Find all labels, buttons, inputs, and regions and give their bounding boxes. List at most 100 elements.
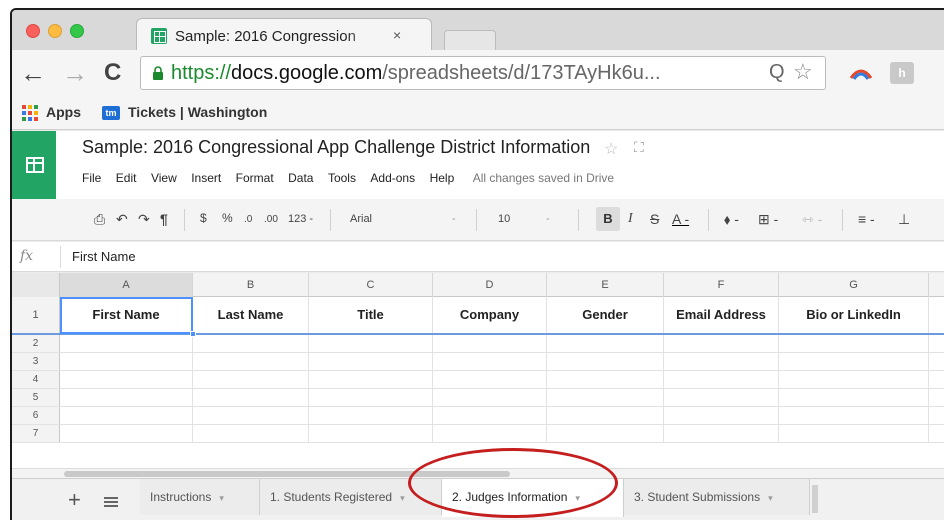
star-document-icon[interactable]: ☆ <box>604 139 618 159</box>
cell[interactable] <box>779 407 929 424</box>
cell[interactable] <box>664 389 779 406</box>
reload-icon[interactable]: C <box>104 59 121 87</box>
cell[interactable] <box>193 425 309 442</box>
cell[interactable] <box>309 371 433 388</box>
select-all-corner[interactable] <box>12 273 60 297</box>
menu-format[interactable]: Format <box>236 171 274 185</box>
cell-f1[interactable]: Email Address <box>664 297 779 333</box>
cell[interactable] <box>309 407 433 424</box>
cell[interactable] <box>193 353 309 370</box>
column-header-e[interactable]: E <box>547 273 664 297</box>
forward-arrow-icon[interactable]: → <box>62 58 88 89</box>
horizontal-align-button[interactable]: ≡ - <box>858 211 875 227</box>
cell[interactable] <box>664 335 779 352</box>
menu-file[interactable]: File <box>82 171 101 185</box>
cell[interactable] <box>547 353 664 370</box>
cell[interactable] <box>193 389 309 406</box>
horizontal-scrollbar[interactable] <box>12 468 944 478</box>
borders-button[interactable]: ⊞ - <box>758 211 778 228</box>
undo-icon[interactable]: ↶ <box>116 211 128 228</box>
decrease-decimal-button[interactable]: .0 <box>244 214 252 225</box>
number-format-dropdown[interactable]: 123 - <box>288 213 313 225</box>
tab-bar-scroll-handle[interactable] <box>812 485 818 513</box>
percent-format-button[interactable]: % <box>222 211 233 225</box>
row-number[interactable]: 2 <box>12 335 60 352</box>
cell-g1[interactable]: Bio or LinkedIn <box>779 297 929 333</box>
cell[interactable] <box>60 353 193 370</box>
cell-c1[interactable]: Title <box>309 297 433 333</box>
cell-b1[interactable]: Last Name <box>193 297 309 333</box>
cell[interactable] <box>433 371 547 388</box>
fill-color-button[interactable]: ⬧ - <box>724 211 739 228</box>
cell[interactable] <box>60 425 193 442</box>
vertical-align-button[interactable]: ⊥ <box>898 211 910 228</box>
cell[interactable] <box>309 389 433 406</box>
chevron-down-icon[interactable]: ▾ <box>400 493 405 503</box>
cell[interactable] <box>60 335 193 352</box>
font-family-dropdown[interactable]: Arial <box>350 213 372 225</box>
rainbow-extension-icon[interactable] <box>848 62 874 84</box>
cell[interactable] <box>193 407 309 424</box>
sheet-tab-instructions[interactable]: Instructions ▾ <box>140 479 260 515</box>
column-header-c[interactable]: C <box>309 273 433 297</box>
cell-d1[interactable]: Company <box>433 297 547 333</box>
cell-e1[interactable]: Gender <box>547 297 664 333</box>
bookmark-apps[interactable]: Apps <box>46 104 81 120</box>
address-bar[interactable]: https://docs.google.com/spreadsheets/d/1… <box>140 56 826 90</box>
merge-cells-button[interactable]: ⇿ - <box>802 211 822 228</box>
cell[interactable] <box>547 335 664 352</box>
cell[interactable] <box>309 335 433 352</box>
column-header-b[interactable]: B <box>193 273 309 297</box>
add-sheet-button[interactable]: + <box>68 487 81 513</box>
cell[interactable] <box>779 353 929 370</box>
row-number[interactable]: 5 <box>12 389 60 406</box>
cell[interactable] <box>433 425 547 442</box>
cell[interactable] <box>309 425 433 442</box>
sheet-tab-judges-information[interactable]: 2. Judges Information ▾ <box>442 479 624 517</box>
cell[interactable] <box>433 335 547 352</box>
text-color-button[interactable]: A - <box>672 211 689 227</box>
cell[interactable] <box>779 371 929 388</box>
column-header-f[interactable]: F <box>664 273 779 297</box>
menu-edit[interactable]: Edit <box>116 171 137 185</box>
maximize-window-button[interactable] <box>70 24 84 38</box>
cell[interactable] <box>309 353 433 370</box>
font-dropdown-caret[interactable]: - <box>452 213 456 225</box>
cell[interactable] <box>547 425 664 442</box>
font-size-caret[interactable]: - <box>546 213 550 225</box>
cell[interactable] <box>779 335 929 352</box>
all-sheets-menu-icon[interactable] <box>104 497 118 507</box>
row-number[interactable]: 4 <box>12 371 60 388</box>
cell[interactable] <box>193 371 309 388</box>
zoom-icon[interactable]: Q <box>769 61 785 84</box>
fill-handle[interactable] <box>190 331 196 337</box>
chevron-down-icon[interactable]: ▾ <box>219 493 224 503</box>
menu-tools[interactable]: Tools <box>328 171 356 185</box>
row-number[interactable]: 6 <box>12 407 60 424</box>
bookmark-star-icon[interactable]: ☆ <box>793 59 813 85</box>
chevron-down-icon[interactable]: ▾ <box>575 493 580 503</box>
currency-format-button[interactable]: $ <box>200 211 207 225</box>
browser-tab-active[interactable]: Sample: 2016 Congression × <box>136 18 432 52</box>
row-number[interactable]: 7 <box>12 425 60 442</box>
column-header-a[interactable]: A <box>60 273 193 297</box>
cell[interactable] <box>60 389 193 406</box>
tab-close-icon[interactable]: × <box>393 27 401 43</box>
italic-button[interactable]: I <box>628 211 633 227</box>
row-number[interactable]: 3 <box>12 353 60 370</box>
column-header-g[interactable]: G <box>779 273 929 297</box>
bookmark-tickets[interactable]: Tickets | Washington <box>128 104 304 120</box>
menu-addons[interactable]: Add-ons <box>370 171 415 185</box>
apps-grid-icon[interactable] <box>22 105 38 121</box>
minimize-window-button[interactable] <box>48 24 62 38</box>
cell[interactable] <box>433 389 547 406</box>
cell[interactable] <box>779 389 929 406</box>
cell[interactable] <box>193 335 309 352</box>
column-header-d[interactable]: D <box>433 273 547 297</box>
bold-button[interactable]: B <box>596 207 620 231</box>
cell[interactable] <box>60 407 193 424</box>
sheet-tab-student-submissions[interactable]: 3. Student Submissions ▾ <box>624 479 810 515</box>
scrollbar-thumb[interactable] <box>64 471 510 477</box>
sheet-tab-students-registered[interactable]: 1. Students Registered ▾ <box>260 479 442 515</box>
cell[interactable] <box>547 407 664 424</box>
